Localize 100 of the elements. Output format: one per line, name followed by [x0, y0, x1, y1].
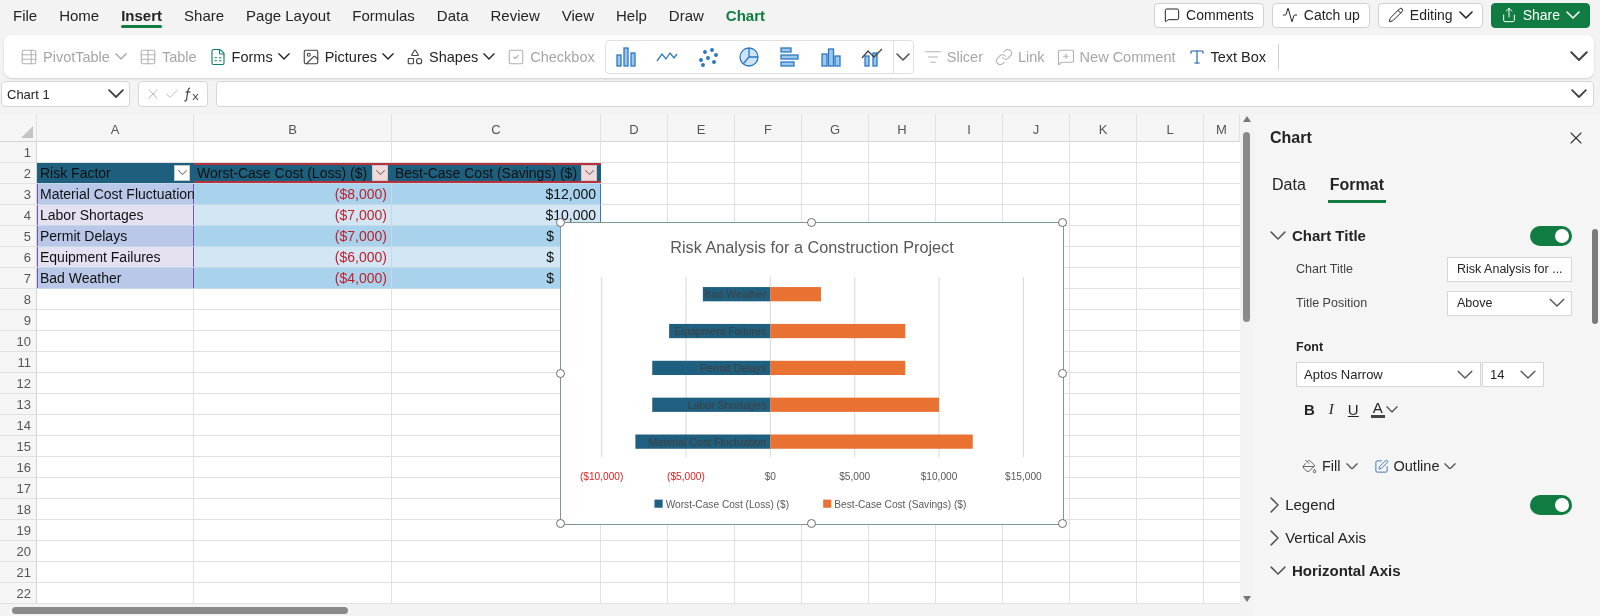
row-header[interactable]: 13 — [0, 394, 37, 415]
labeled-bar: Material Cost Fluctuation — [635, 434, 771, 449]
filter-button[interactable] — [174, 165, 190, 181]
resize-handle[interactable] — [807, 519, 816, 528]
field-label: Font — [1296, 340, 1325, 354]
color-button[interactable]: A — [1370, 401, 1385, 418]
filter-button[interactable] — [372, 165, 388, 181]
menu-tab[interactable]: View — [550, 0, 605, 30]
column-header[interactable]: M — [1204, 114, 1240, 142]
menu-tab[interactable]: File — [2, 0, 49, 30]
pane-tab[interactable]: Format — [1327, 176, 1387, 203]
column-header[interactable]: K — [1070, 114, 1137, 142]
shapes-icon — [406, 47, 425, 66]
menu-tab[interactable]: Page Layout — [235, 0, 342, 30]
row-header[interactable]: 7 — [0, 268, 37, 289]
row-header[interactable]: 2 — [0, 163, 37, 184]
menu-tab[interactable]: Review — [479, 0, 551, 30]
resize-handle[interactable] — [556, 368, 565, 378]
row-header[interactable]: 12 — [0, 373, 37, 394]
row-header[interactable]: 3 — [0, 184, 37, 205]
ribbon-button[interactable]: Shapes — [400, 40, 502, 73]
column-header[interactable]: G — [802, 114, 869, 142]
comments-button[interactable]: Comments — [1154, 2, 1264, 28]
row-header[interactable]: 10 — [0, 331, 37, 352]
text-field[interactable]: Risk Analysis for ... — [1447, 256, 1572, 282]
menu-tab[interactable]: Share — [173, 0, 236, 30]
column-header[interactable]: B — [194, 114, 392, 142]
share-button[interactable]: Share — [1490, 2, 1590, 28]
column-header[interactable]: L — [1137, 114, 1204, 142]
section-header[interactable]: Vertical Axis — [1270, 529, 1572, 546]
bold-button[interactable]: B — [1302, 401, 1317, 418]
menu-tab[interactable]: Data — [425, 0, 480, 30]
column-header[interactable]: H — [869, 114, 936, 142]
dropdown[interactable]: 14 — [1482, 362, 1544, 387]
row-header[interactable]: 1 — [0, 142, 37, 163]
row-header[interactable]: 19 — [0, 520, 37, 541]
italic-button[interactable]: I — [1326, 401, 1336, 418]
column-header[interactable]: E — [668, 114, 735, 142]
resize-handle[interactable] — [1058, 368, 1067, 378]
column-header[interactable]: I — [936, 114, 1003, 142]
resize-handle[interactable] — [1058, 519, 1067, 528]
y-tick-label: Bad Weather — [704, 288, 767, 301]
column-header[interactable]: D — [601, 114, 668, 142]
ribbon-button[interactable]: Pictures — [295, 40, 401, 73]
row-header[interactable]: 5 — [0, 226, 37, 247]
ribbon-button[interactable]: Forms — [202, 40, 296, 73]
pane-tab[interactable]: Data — [1270, 176, 1308, 203]
fill-button[interactable]: Fill — [1302, 458, 1358, 474]
table-cell: Bad Weather — [37, 268, 194, 289]
dropdown[interactable]: Aptos Narrow — [1296, 362, 1481, 387]
row-header[interactable]: 22 — [0, 583, 37, 604]
row-header[interactable]: 8 — [0, 289, 37, 310]
ribbon-button[interactable]: Text Box — [1181, 40, 1273, 73]
scroll-thumb[interactable] — [12, 606, 348, 614]
row-header[interactable]: 15 — [0, 436, 37, 457]
toggle-switch[interactable] — [1530, 225, 1572, 246]
resize-handle[interactable] — [807, 218, 816, 227]
underline-button[interactable]: U — [1345, 401, 1361, 418]
comment-icon — [1164, 7, 1181, 23]
menu-tab[interactable]: Home — [48, 0, 111, 30]
name-box[interactable]: Chart 1 — [1, 81, 130, 107]
menu-tab[interactable]: Chart — [714, 0, 776, 30]
outline-button[interactable]: Outline — [1373, 458, 1457, 474]
row-header[interactable]: 18 — [0, 499, 37, 520]
section-header[interactable]: Horizontal Axis — [1270, 562, 1572, 579]
catchup-button[interactable]: Catch up — [1271, 2, 1370, 28]
scroll-thumb[interactable] — [1243, 132, 1250, 322]
row-header[interactable]: 20 — [0, 541, 37, 562]
dropdown[interactable]: Above — [1447, 290, 1572, 316]
pane-scrollbar[interactable] — [1592, 229, 1598, 324]
row-header[interactable]: 6 — [0, 247, 37, 268]
row-header[interactable]: 16 — [0, 457, 37, 478]
row-header[interactable]: 21 — [0, 562, 37, 583]
section-header[interactable]: Legend — [1270, 496, 1530, 513]
section-header[interactable]: Chart Title — [1270, 227, 1530, 244]
filter-button[interactable] — [581, 165, 598, 181]
row-header[interactable]: 4 — [0, 205, 37, 226]
column-header[interactable]: J — [1003, 114, 1070, 142]
scroll-down-icon[interactable] — [1242, 596, 1251, 602]
editing-button[interactable]: Editing — [1377, 2, 1483, 28]
row-header[interactable]: 14 — [0, 415, 37, 436]
menu-tab[interactable]: Draw — [657, 0, 715, 30]
horizontal-scrollbar[interactable] — [0, 604, 1253, 616]
resize-handle[interactable] — [1058, 218, 1067, 227]
row-header[interactable]: 11 — [0, 352, 37, 373]
column-header[interactable]: C — [392, 114, 601, 142]
gallery-dropdown[interactable] — [892, 40, 913, 73]
menu-tab[interactable]: Formulas — [341, 0, 426, 30]
pen-square-icon — [1373, 458, 1389, 474]
toggle-switch[interactable] — [1530, 494, 1572, 515]
row-header[interactable]: 9 — [0, 310, 37, 331]
column-header[interactable]: F — [735, 114, 802, 142]
column-header[interactable]: A — [37, 114, 194, 142]
scroll-up-icon[interactable] — [1242, 116, 1251, 122]
resize-handle[interactable] — [556, 519, 565, 528]
menu-tab[interactable]: Help — [604, 0, 658, 30]
formula-input[interactable] — [216, 81, 1594, 107]
ribbon-expand-button[interactable] — [1570, 51, 1588, 62]
menu-tab[interactable]: Insert — [110, 0, 174, 30]
row-header[interactable]: 17 — [0, 478, 37, 499]
